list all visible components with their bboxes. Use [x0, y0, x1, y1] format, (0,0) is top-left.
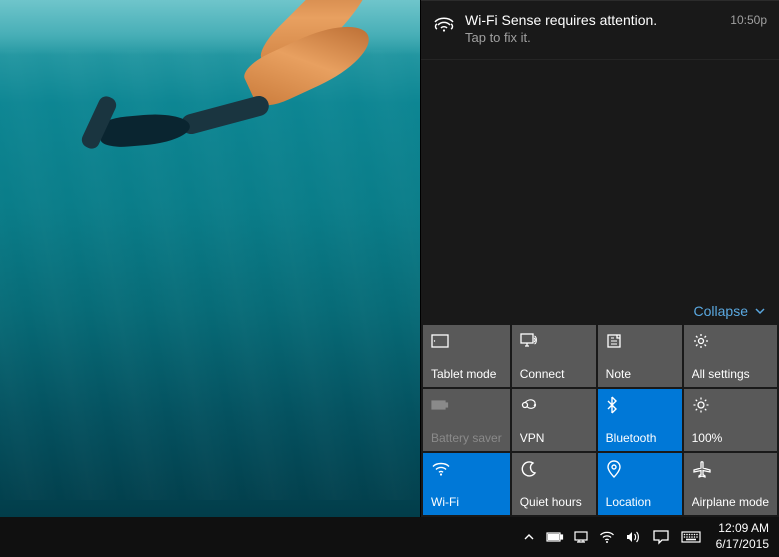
connect-icon [520, 331, 588, 351]
notification-item[interactable]: Wi-Fi Sense requires attention. Tap to f… [421, 0, 779, 60]
action-center-icon[interactable] [646, 517, 676, 557]
quick-action-label: VPN [520, 431, 588, 445]
quick-action-tablet[interactable]: Tablet mode [423, 325, 510, 387]
quick-action-label: Connect [520, 367, 588, 381]
network-icon[interactable] [568, 517, 594, 557]
notification-time: 10:50p [730, 11, 767, 45]
taskbar: 12:09 AM 6/17/2015 [0, 517, 779, 557]
quick-action-label: Bluetooth [606, 431, 674, 445]
quick-action-connect[interactable]: Connect [512, 325, 596, 387]
bluetooth-icon [606, 395, 674, 415]
quick-action-label: Location [606, 495, 674, 509]
action-center-panel: Wi-Fi Sense requires attention. Tap to f… [420, 0, 779, 517]
quick-action-vpn[interactable]: VPN [512, 389, 596, 451]
quick-action-settings[interactable]: All settings [684, 325, 777, 387]
quick-action-bluetooth[interactable]: Bluetooth [598, 389, 682, 451]
airplane-icon [692, 459, 769, 479]
collapse-button[interactable]: Collapse [694, 303, 767, 319]
desktop-wallpaper[interactable] [0, 0, 420, 517]
battery-icon [431, 395, 502, 415]
tablet-icon [431, 331, 502, 351]
settings-icon [692, 331, 769, 351]
quick-action-label: Airplane mode [692, 495, 769, 509]
quick-action-label: 100% [692, 431, 769, 445]
quick-action-label: All settings [692, 367, 769, 381]
keyboard-icon[interactable] [676, 517, 706, 557]
quick-actions-grid: Tablet mode Connect Note All settings Batter… [421, 323, 779, 517]
collapse-label: Collapse [694, 303, 748, 319]
quick-action-label: Note [606, 367, 674, 381]
tray-overflow-chevron[interactable] [516, 517, 542, 557]
quick-action-label: Tablet mode [431, 367, 502, 381]
clock-date: 6/17/2015 [716, 537, 769, 553]
battery-icon[interactable] [542, 517, 568, 557]
clock-time: 12:09 AM [716, 521, 769, 537]
wifi-icon[interactable] [594, 517, 620, 557]
volume-icon[interactable] [620, 517, 646, 557]
wifi-sense-icon [433, 11, 461, 45]
quick-action-airplane[interactable]: Airplane mode [684, 453, 777, 515]
quick-action-label: Wi-Fi [431, 495, 502, 509]
quick-action-location[interactable]: Location [598, 453, 682, 515]
quick-action-label: Battery saver [431, 431, 502, 445]
system-tray [516, 517, 706, 557]
chevron-down-icon [753, 304, 767, 318]
location-icon [606, 459, 674, 479]
quiet-icon [520, 459, 588, 479]
quick-action-wifi[interactable]: Wi-Fi [423, 453, 510, 515]
note-icon [606, 331, 674, 351]
notification-subtitle: Tap to fix it. [465, 30, 730, 45]
quick-action-quiet[interactable]: Quiet hours [512, 453, 596, 515]
quick-action-note[interactable]: Note [598, 325, 682, 387]
wifi-icon [431, 459, 502, 479]
quick-action-label: Quiet hours [520, 495, 588, 509]
brightness-icon [692, 395, 769, 415]
taskbar-clock[interactable]: 12:09 AM 6/17/2015 [706, 521, 779, 552]
quick-action-brightness[interactable]: 100% [684, 389, 777, 451]
vpn-icon [520, 395, 588, 415]
notification-title: Wi-Fi Sense requires attention. [465, 11, 730, 29]
quick-action-battery[interactable]: Battery saver [423, 389, 510, 451]
